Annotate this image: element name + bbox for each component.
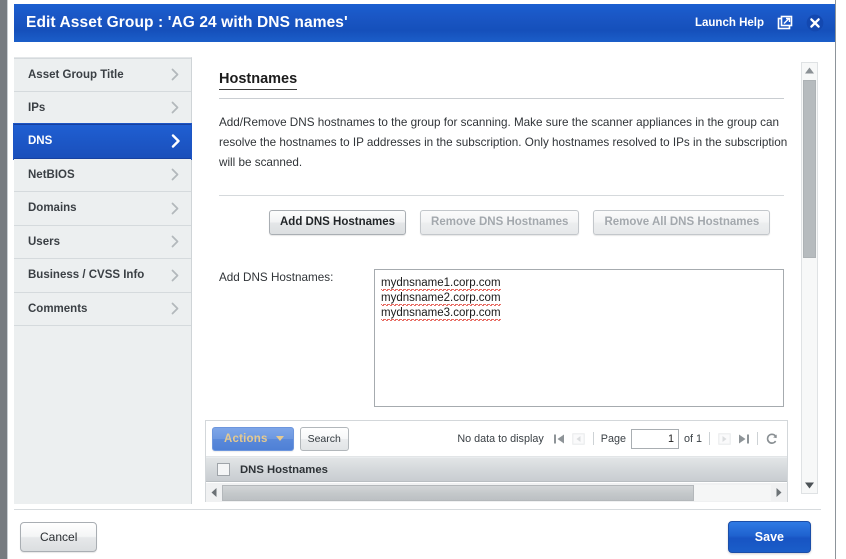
chevron-right-icon xyxy=(169,168,181,182)
grid-pager: No data to display Page 1 of 1 xyxy=(457,428,779,449)
hostnames-textarea-wrapper: mydnsname1.corp.com mydnsname2.corp.com … xyxy=(374,269,784,412)
vscroll-thumb[interactable] xyxy=(803,80,816,258)
chevron-right-icon xyxy=(169,201,181,215)
hostnames-textarea[interactable] xyxy=(374,269,784,407)
page-total-label: of 1 xyxy=(683,432,702,445)
sidebar-item-label: NetBIOS xyxy=(28,168,75,181)
content-vertical-scrollbar[interactable] xyxy=(801,62,818,494)
title-divider xyxy=(219,98,784,99)
scroll-right-icon[interactable] xyxy=(771,484,786,502)
pager-separator xyxy=(757,432,758,445)
pager-separator xyxy=(709,432,710,445)
sidebar-item-label: Asset Group Title xyxy=(28,68,124,81)
scroll-up-icon[interactable] xyxy=(802,63,817,78)
chevron-right-icon xyxy=(169,268,181,282)
pager-separator xyxy=(592,432,594,445)
search-button[interactable]: Search xyxy=(299,426,349,451)
refresh-icon[interactable] xyxy=(765,432,779,446)
save-button[interactable]: Save xyxy=(727,521,811,553)
remove-all-dns-hostnames-button[interactable]: Remove All DNS Hostnames xyxy=(593,210,771,235)
section-description: Add/Remove DNS hostnames to the group fo… xyxy=(219,116,788,169)
sidebar-item-label: Comments xyxy=(28,302,88,315)
launch-help-link[interactable]: Launch Help xyxy=(695,17,764,29)
sidebar-item-domains[interactable]: Domains xyxy=(14,192,191,226)
actions-button[interactable]: Actions xyxy=(212,426,294,451)
section-divider xyxy=(219,195,784,196)
sidebar-item-comments[interactable]: Comments xyxy=(14,292,191,326)
page-label: Page xyxy=(600,432,626,445)
hscroll-track[interactable] xyxy=(222,484,771,501)
dns-hostnames-grid: Actions Search No data to display Page 1… xyxy=(205,420,788,502)
dialog-footer: Cancel Save xyxy=(14,509,821,557)
dialog-body: Asset Group Title IPs DNS NetBIOS Domain… xyxy=(14,52,821,507)
first-page-icon[interactable] xyxy=(553,432,567,446)
grid-horizontal-scrollbar[interactable] xyxy=(206,482,787,502)
sidebar-item-label: Users xyxy=(28,235,60,248)
sidebar-item-users[interactable]: Users xyxy=(14,225,191,259)
last-page-icon[interactable] xyxy=(736,432,750,446)
scroll-down-icon[interactable] xyxy=(802,478,817,493)
sidebar-item-label: IPs xyxy=(28,101,46,114)
hscroll-thumb[interactable] xyxy=(222,484,695,501)
chevron-right-icon xyxy=(169,235,181,249)
scroll-left-icon[interactable] xyxy=(207,484,222,502)
sidebar-item-business-cvss-info[interactable]: Business / CVSS Info xyxy=(14,259,191,293)
column-header-dns-hostnames: DNS Hostnames xyxy=(240,463,328,476)
chevron-right-icon xyxy=(169,302,181,316)
chevron-right-icon xyxy=(169,134,181,148)
grid-header-row: DNS Hostnames xyxy=(206,457,787,482)
add-dns-hostnames-field-row: Add DNS Hostnames: mydnsname1.corp.com m… xyxy=(219,269,784,412)
sidebar-item-ips[interactable]: IPs xyxy=(14,91,191,125)
actions-button-label: Actions xyxy=(224,432,268,445)
sidebar-item-label: Business / CVSS Info xyxy=(28,269,145,282)
grid-status-text: No data to display xyxy=(457,432,544,445)
select-all-checkbox[interactable] xyxy=(217,463,230,476)
close-icon[interactable] xyxy=(806,14,824,32)
popout-icon[interactable] xyxy=(776,14,794,32)
sidebar-item-label: DNS xyxy=(28,135,53,148)
prev-page-icon[interactable] xyxy=(572,432,586,446)
dialog-right-border xyxy=(835,0,836,559)
grid-toolbar: Actions Search No data to display Page 1… xyxy=(206,421,787,457)
dialog-window: Edit Asset Group : 'AG 24 with DNS names… xyxy=(0,0,846,559)
next-page-icon[interactable] xyxy=(717,432,731,446)
chevron-right-icon xyxy=(169,101,181,115)
sidebar-item-netbios[interactable]: NetBIOS xyxy=(14,158,191,192)
titlebar-actions: Launch Help xyxy=(695,14,824,32)
add-dns-hostnames-label: Add DNS Hostnames: xyxy=(219,271,334,284)
add-dns-hostnames-button[interactable]: Add DNS Hostnames xyxy=(269,210,407,235)
page-title: Hostnames xyxy=(219,71,298,90)
content-inner: Hostnames Add/Remove DNS hostnames to th… xyxy=(193,52,800,412)
page-left-edge-strip xyxy=(0,0,7,559)
sidebar-item-label: Domains xyxy=(28,202,77,215)
chevron-down-icon xyxy=(275,436,284,441)
chevron-right-icon xyxy=(169,68,181,82)
content-panel: Hostnames Add/Remove DNS hostnames to th… xyxy=(193,52,821,504)
sidebar-nav: Asset Group Title IPs DNS NetBIOS Domain… xyxy=(14,57,192,504)
dialog-title: Edit Asset Group : 'AG 24 with DNS names… xyxy=(26,14,348,31)
remove-dns-hostnames-button[interactable]: Remove DNS Hostnames xyxy=(420,210,580,235)
cancel-button[interactable]: Cancel xyxy=(20,522,98,552)
page-number-input[interactable] xyxy=(630,428,679,449)
dialog-titlebar: Edit Asset Group : 'AG 24 with DNS names… xyxy=(14,4,835,42)
dns-action-buttons: Add DNS Hostnames Remove DNS Hostnames R… xyxy=(269,210,784,235)
sidebar-item-dns[interactable]: DNS xyxy=(14,124,191,159)
sidebar-item-asset-group-title[interactable]: Asset Group Title xyxy=(14,58,191,92)
